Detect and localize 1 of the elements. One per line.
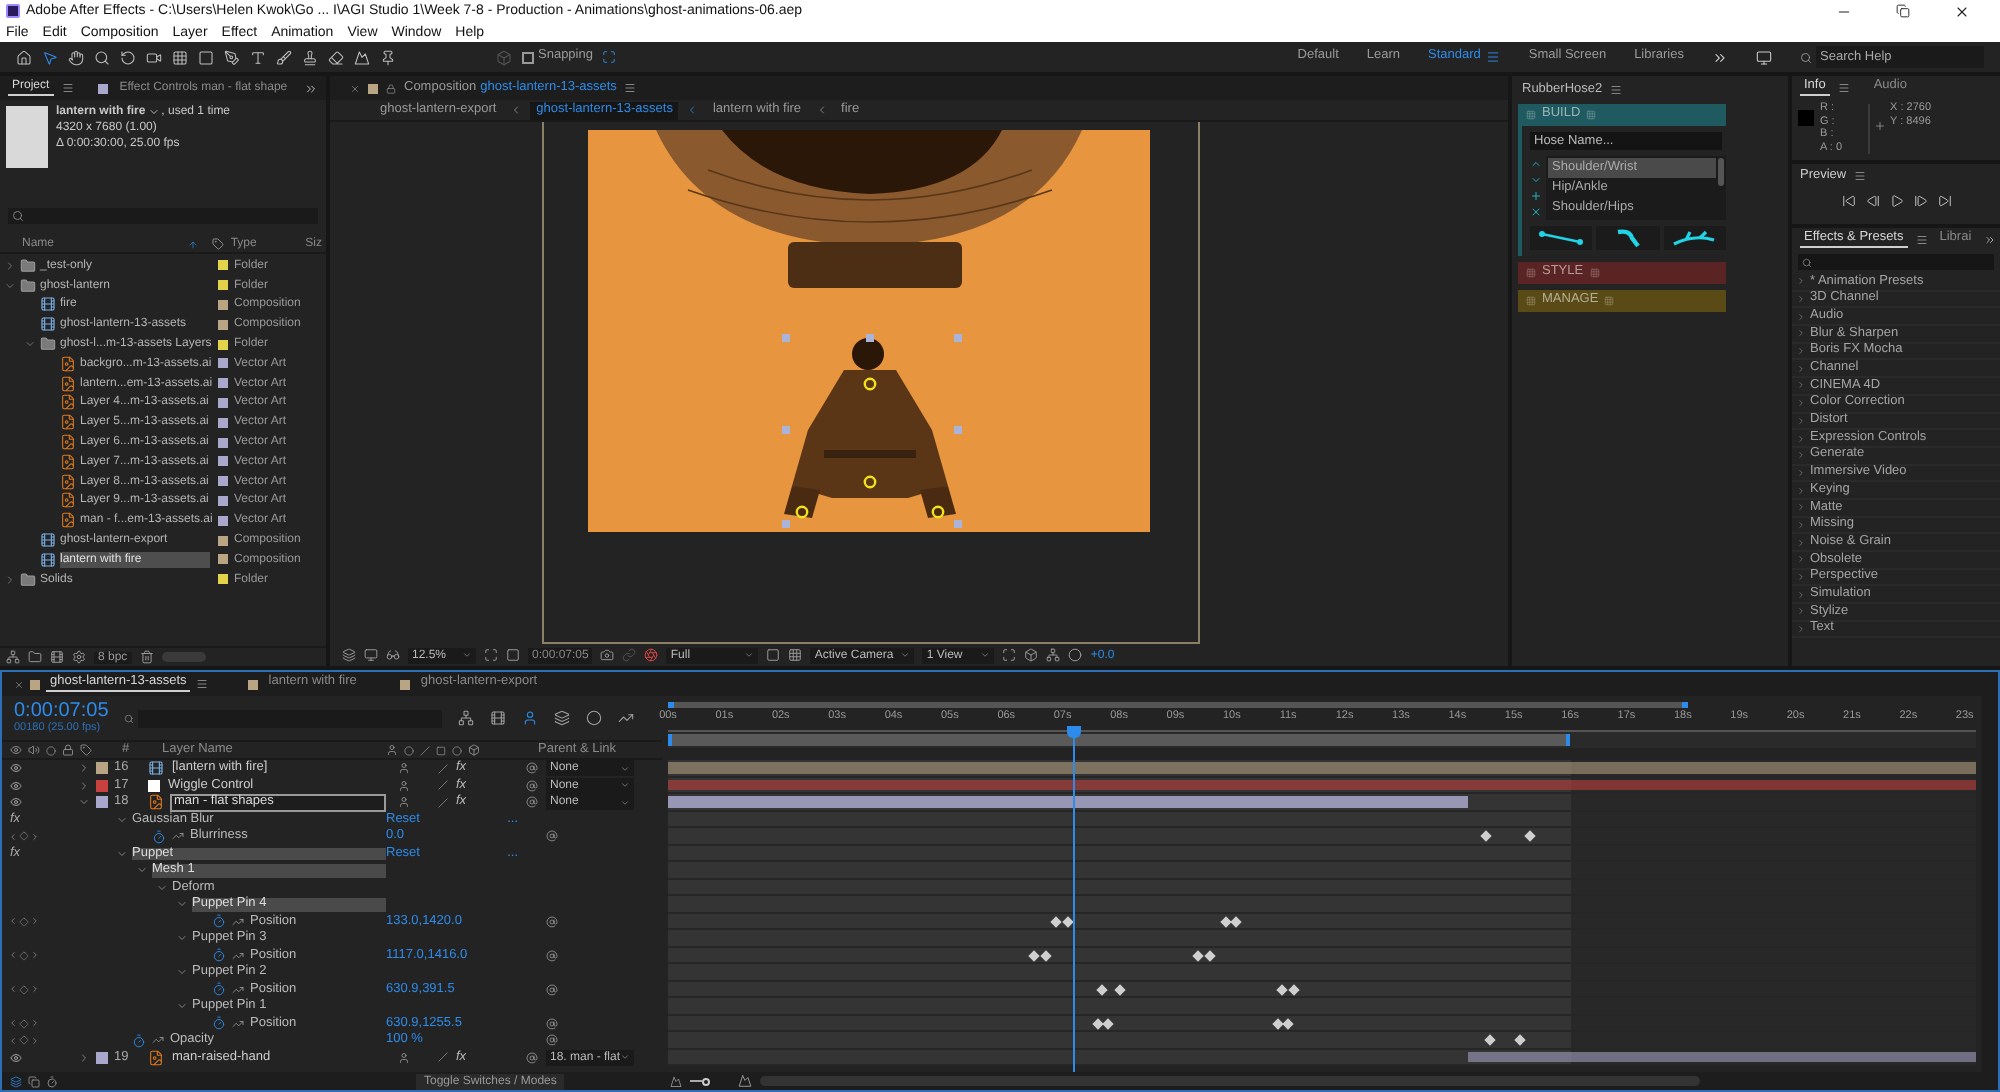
current-time[interactable]: 0:00:07:05: [14, 701, 109, 722]
